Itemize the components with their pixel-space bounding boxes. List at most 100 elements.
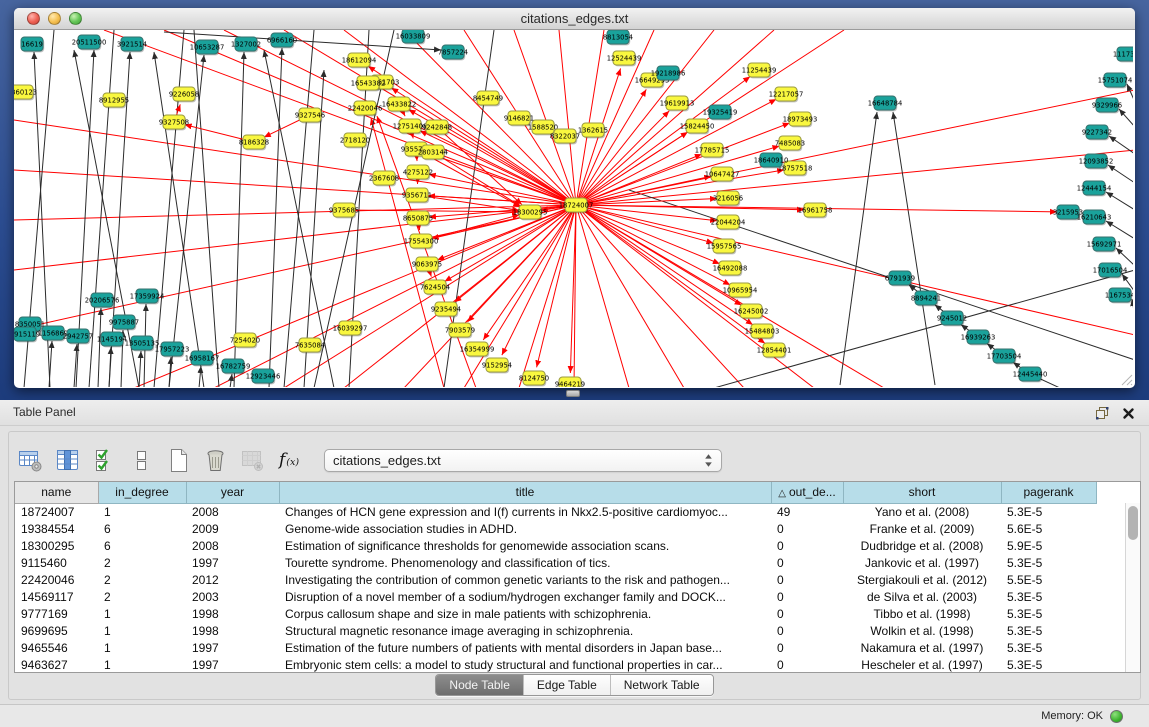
graph-node[interactable]: 9327508	[159, 115, 189, 130]
graph-node[interactable]: 12444154	[1077, 181, 1112, 196]
float-panel-icon[interactable]	[1095, 406, 1109, 420]
graph-node[interactable]: 16039297	[333, 321, 368, 336]
table-cell[interactable]: de Silva et al. (2003)	[843, 588, 1001, 605]
table-cell[interactable]: Tourette syndrome. Phenomenology and cla…	[279, 554, 771, 571]
table-cell[interactable]: Estimation of the future numbers of pati…	[279, 639, 771, 656]
window-resize-grip[interactable]	[1119, 372, 1133, 386]
graph-node[interactable]: 16939263	[961, 330, 996, 345]
graph-node[interactable]: 17016504	[1093, 263, 1128, 278]
table-cell[interactable]: 5.3E-5	[1001, 639, 1096, 656]
graph-node[interactable]: 3915119	[14, 327, 40, 342]
table-cell[interactable]: 0	[771, 656, 843, 673]
zoom-window-button[interactable]	[69, 12, 82, 25]
graph-node[interactable]: 7485083	[775, 136, 805, 151]
table-scrollbar[interactable]	[1125, 503, 1140, 672]
tab-node-table[interactable]: Node Table	[436, 675, 524, 695]
table-cell[interactable]: Hescheler et al. (1997)	[843, 656, 1001, 673]
table-cell[interactable]: 5.3E-5	[1001, 503, 1096, 520]
table-cell[interactable]: 22420046	[15, 571, 98, 588]
network-window[interactable]: citations_edges.txt 18724007183002951861…	[14, 8, 1135, 388]
graph-node[interactable]: 12093852	[1079, 154, 1114, 169]
graph-node[interactable]: 9975887	[109, 315, 139, 330]
graph-node[interactable]: 1117342	[1113, 47, 1133, 62]
table-cell[interactable]: Yano et al. (2008)	[843, 503, 1001, 520]
graph-node[interactable]: 9356711	[402, 188, 432, 203]
graph-node[interactable]: 8650875	[403, 211, 433, 226]
table-row[interactable]: 977716911998Corpus callosum shape and si…	[15, 605, 1125, 622]
table-cell[interactable]: 18724007	[15, 503, 98, 520]
table-cell[interactable]: 2	[98, 571, 186, 588]
graph-node[interactable]: 8124750	[519, 371, 549, 386]
network-canvas[interactable]: 1872400718300295186120941986170316433822…	[14, 30, 1133, 387]
table-cell[interactable]: Investigating the contribution of common…	[279, 571, 771, 588]
table-row[interactable]: 1938455462009Genome-wide association stu…	[15, 520, 1125, 537]
graph-node[interactable]: 9327546	[295, 108, 325, 123]
column-header-name[interactable]: name	[15, 482, 98, 503]
graph-node[interactable]: 6791939	[885, 271, 915, 286]
table-cell[interactable]: 5.3E-5	[1001, 605, 1096, 622]
table-cell[interactable]: 0	[771, 622, 843, 639]
table-cell[interactable]: 0	[771, 571, 843, 588]
graph-node[interactable]: 17703504	[987, 349, 1022, 364]
table-cell[interactable]: 0	[771, 588, 843, 605]
table-cell[interactable]: Wolkin et al. (1998)	[843, 622, 1001, 639]
table-cell[interactable]: 0	[771, 520, 843, 537]
table-cell[interactable]: Disruption of a novel member of a sodium…	[279, 588, 771, 605]
table-cell[interactable]: Corpus callosum shape and size in male p…	[279, 605, 771, 622]
graph-node[interactable]: 11254439	[742, 63, 777, 78]
deselect-all-rows-icon[interactable]	[125, 444, 157, 476]
graph-node[interactable]: 15957565	[707, 239, 742, 254]
tab-edge-table[interactable]: Edge Table	[524, 675, 611, 695]
table-row[interactable]: 1456911722003Disruption of a novel membe…	[15, 588, 1125, 605]
table-row[interactable]: 2242004622012Investigating the contribut…	[15, 571, 1125, 588]
table-cell[interactable]: 2008	[186, 503, 279, 520]
table-cell[interactable]: 9463627	[15, 656, 98, 673]
table-cell[interactable]: 18300295	[15, 537, 98, 554]
close-panel-icon[interactable]	[1122, 407, 1135, 420]
table-row[interactable]: 911546021997Tourette syndrome. Phenomeno…	[15, 554, 1125, 571]
graph-node[interactable]: 8912955	[99, 93, 129, 108]
column-header-pagerank[interactable]: pagerank	[1001, 482, 1096, 503]
table-cell[interactable]: 9699695	[15, 622, 98, 639]
column-header-in_degree[interactable]: in_degree	[98, 482, 186, 503]
select-all-rows-icon[interactable]	[88, 444, 120, 476]
graph-node[interactable]: 8454749	[473, 91, 503, 106]
table-cell[interactable]: Stergiakouli et al. (2012)	[843, 571, 1001, 588]
table-cell[interactable]: 0	[771, 639, 843, 656]
table-cell[interactable]: 9115460	[15, 554, 98, 571]
graph-node[interactable]: 1327002	[231, 37, 261, 52]
graph-node[interactable]: 8894241	[911, 291, 941, 306]
table-cell[interactable]: 1	[98, 656, 186, 673]
table-cell[interactable]: 2009	[186, 520, 279, 537]
column-visibility-icon[interactable]	[51, 444, 83, 476]
graph-node[interactable]: 16354999	[460, 342, 495, 357]
graph-node[interactable]: 16958167	[185, 351, 220, 366]
graph-node[interactable]: 2942757	[63, 329, 93, 344]
table-row[interactable]: 946362711997Embryonic stem cells: a mode…	[15, 656, 1125, 673]
table-scrollbar-thumb[interactable]	[1128, 506, 1138, 540]
panel-splitter-handle[interactable]	[566, 390, 580, 397]
graph-node[interactable]: 12923446	[246, 369, 281, 384]
table-cell[interactable]: 2012	[186, 571, 279, 588]
column-header-out_de[interactable]: △out_de...	[771, 482, 843, 503]
graph-node[interactable]: 9242848	[422, 120, 452, 135]
table-cell[interactable]: 9465546	[15, 639, 98, 656]
table-options-icon[interactable]	[14, 444, 46, 476]
table-cell[interactable]: 6	[98, 520, 186, 537]
table-cell[interactable]: 5.3E-5	[1001, 656, 1096, 673]
graph-node[interactable]: 4275122	[403, 165, 433, 180]
table-cell[interactable]: Tibbo et al. (1998)	[843, 605, 1001, 622]
table-cell[interactable]: Dudbridge et al. (2008)	[843, 537, 1001, 554]
table-cell[interactable]: 5.3E-5	[1001, 588, 1096, 605]
delete-table-icon[interactable]	[199, 444, 231, 476]
graph-node[interactable]: 17359924	[130, 289, 165, 304]
table-cell[interactable]: Structural magnetic resonance image aver…	[279, 622, 771, 639]
graph-node[interactable]: 7903579	[445, 323, 475, 338]
table-cell[interactable]: Nakamura et al. (1997)	[843, 639, 1001, 656]
graph-node[interactable]: 7857224	[438, 45, 468, 60]
graph-node[interactable]: 15484803	[745, 324, 780, 339]
table-cell[interactable]: Genome-wide association studies in ADHD.	[279, 520, 771, 537]
table-cell[interactable]: 2008	[186, 537, 279, 554]
graph-node[interactable]: 10647427	[705, 167, 740, 182]
table-cell[interactable]: 0	[771, 554, 843, 571]
